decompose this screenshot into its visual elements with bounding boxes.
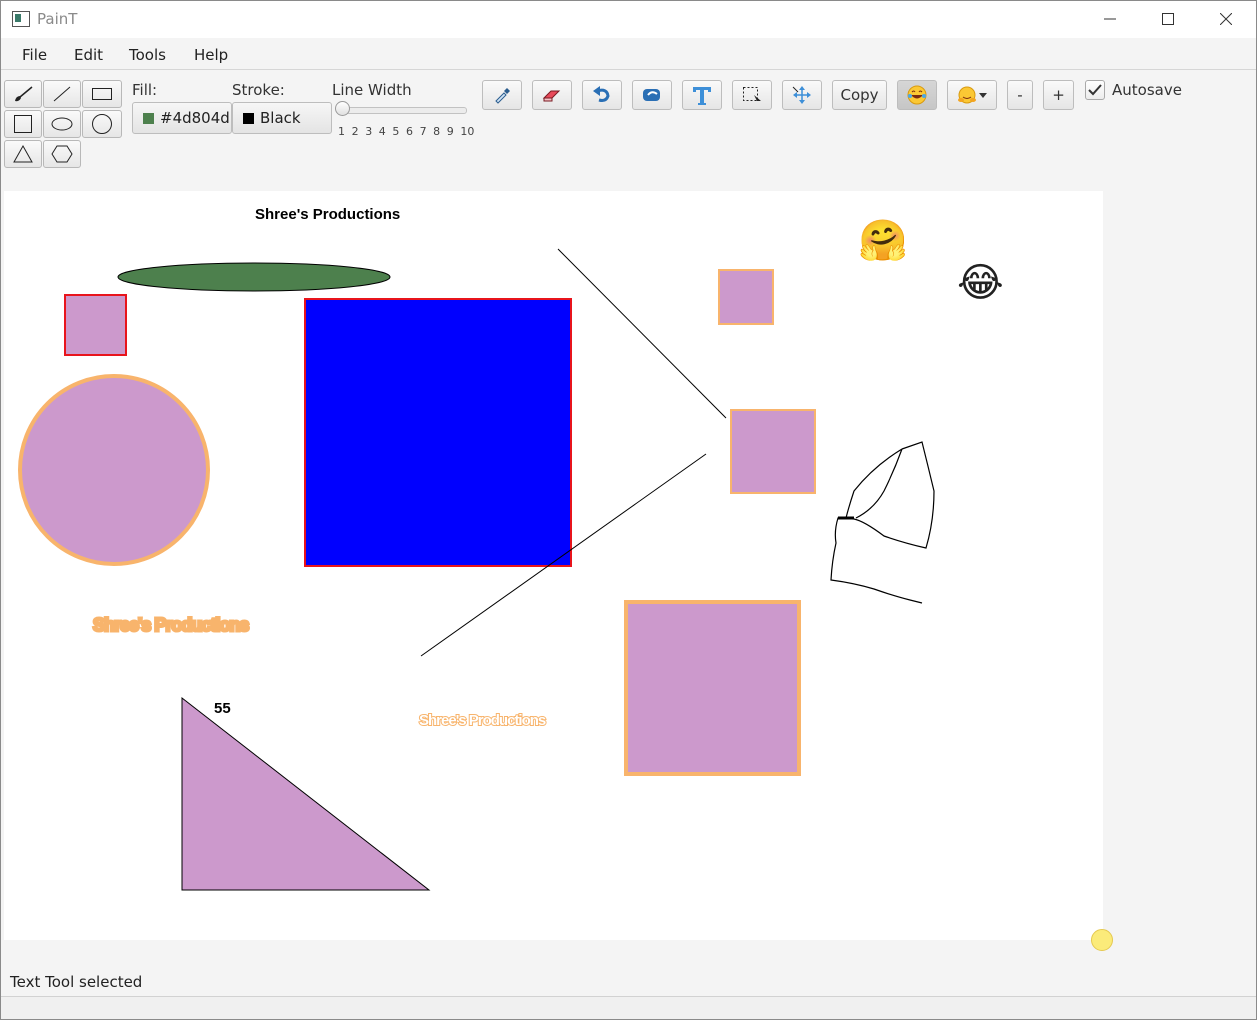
circle-icon [92, 114, 112, 134]
line-tool-button[interactable] [43, 80, 81, 108]
brush-tool-button[interactable] [4, 80, 42, 108]
eraser-button[interactable] [532, 80, 572, 110]
square-icon [14, 115, 32, 133]
hug-emoji: 🤗 [858, 218, 908, 264]
line-width-label: Line Width [332, 81, 412, 99]
tick-label: 5 [392, 125, 400, 138]
laugh-emoji: 😂 [957, 260, 1004, 306]
app-icon [12, 11, 30, 27]
green-ellipse [117, 262, 391, 292]
fill-label: Fill: [132, 81, 158, 99]
tick-label: 7 [419, 125, 427, 138]
tick-label: 10 [460, 125, 475, 138]
triangle-icon [13, 144, 33, 163]
drawing-canvas[interactable]: Shree's Productions 55 Shree's Productio… [4, 191, 1103, 940]
eraser-icon [542, 90, 561, 102]
minimize-button[interactable] [1081, 0, 1139, 38]
close-button[interactable] [1197, 0, 1255, 38]
freehand-sketch [830, 441, 935, 604]
brush-icon [15, 86, 33, 102]
status-text: Text Tool selected [10, 973, 143, 991]
autosave-label: Autosave [1112, 81, 1182, 99]
fill-color-value: #4d804d [160, 109, 230, 127]
text-icon [693, 87, 711, 105]
menu-help[interactable]: Help [194, 46, 228, 64]
stroke-swatch [243, 112, 254, 124]
rectangle-tool-button[interactable] [82, 80, 122, 108]
ellipse-tool-button[interactable] [43, 110, 81, 138]
autosave-checkbox[interactable] [1085, 80, 1105, 100]
chevron-down-icon [979, 93, 987, 98]
lilac-circle [18, 374, 210, 566]
outlined-text-2: Shree's Productions [418, 711, 547, 730]
small-lilac-square-red [64, 294, 127, 356]
checkmark-icon [1088, 84, 1102, 96]
line-width-slider-thumb[interactable] [335, 101, 350, 116]
blue-square [304, 298, 572, 567]
circle-tool-button[interactable] [82, 110, 122, 138]
eyedropper-button[interactable] [482, 80, 522, 110]
redo-icon [643, 89, 660, 101]
redo-button[interactable] [632, 80, 672, 110]
stroke-color-value: Black [260, 109, 301, 127]
rectangle-icon [92, 88, 112, 100]
tick-label: 1 [338, 125, 345, 138]
zoom-in-button[interactable]: + [1043, 80, 1074, 110]
tick-label: 3 [365, 125, 373, 138]
undo-button[interactable] [582, 80, 622, 110]
zoom-out-button[interactable]: - [1007, 80, 1033, 110]
tick-label: 9 [446, 125, 454, 138]
bottom-bar [0, 996, 1257, 1020]
move-icon [792, 86, 811, 104]
hexagon-tool-button[interactable] [43, 140, 81, 168]
lilac-square-large [624, 600, 801, 776]
move-tool-button[interactable] [782, 80, 822, 110]
menu-tools[interactable]: Tools [129, 46, 166, 64]
menu-edit[interactable]: Edit [74, 46, 103, 64]
close-icon [1220, 13, 1232, 25]
laugh-emoji-button[interactable] [897, 80, 937, 110]
select-tool-button[interactable] [732, 80, 772, 110]
text-tool-button[interactable] [682, 80, 722, 110]
hexagon-icon [51, 145, 73, 163]
fill-color-button[interactable]: #4d804d [132, 102, 232, 134]
square-tool-button[interactable] [4, 110, 42, 138]
tick-label: 8 [433, 125, 441, 138]
canvas-number-label: 55 [214, 700, 231, 717]
line-icon [53, 86, 71, 102]
stroke-label: Stroke: [232, 81, 285, 99]
canvas-drawing [18, 248, 935, 891]
menu-bar: File Edit Tools Help [0, 38, 1257, 70]
copy-button[interactable]: Copy [832, 80, 887, 110]
stroke-color-button[interactable]: Black [232, 102, 332, 134]
maximize-icon [1162, 13, 1174, 25]
lilac-triangle [181, 696, 431, 891]
emoji-dropdown-button[interactable] [947, 80, 997, 110]
cursor-indicator [1091, 929, 1113, 951]
tick-label: 2 [351, 125, 359, 138]
window-title: PainT [37, 10, 78, 28]
title-bar: PainT [0, 0, 1257, 38]
line-width-ticks: 1 2 3 4 5 6 7 8 9 10 [338, 125, 474, 138]
undo-icon [593, 86, 610, 102]
eyedropper-icon [495, 88, 510, 104]
diagonal-line-1 [557, 248, 727, 419]
outlined-text-1: Shree's Productions [91, 614, 250, 637]
triangle-tool-button[interactable] [4, 140, 42, 168]
lilac-square-middle [730, 409, 816, 494]
menu-file[interactable]: File [22, 46, 47, 64]
fill-swatch [143, 112, 154, 124]
tick-label: 6 [405, 125, 413, 138]
emoji-laugh-icon [907, 85, 927, 105]
minimize-icon [1104, 18, 1116, 20]
tick-label: 4 [378, 125, 386, 138]
ellipse-icon [51, 117, 73, 131]
canvas-title-text: Shree's Productions [255, 206, 401, 223]
menu-separator [0, 69, 1257, 70]
emoji-hug-icon [958, 86, 976, 104]
maximize-button[interactable] [1139, 0, 1197, 38]
line-width-slider[interactable] [337, 107, 467, 114]
lilac-square-top-right [718, 269, 774, 325]
select-icon [743, 87, 761, 105]
